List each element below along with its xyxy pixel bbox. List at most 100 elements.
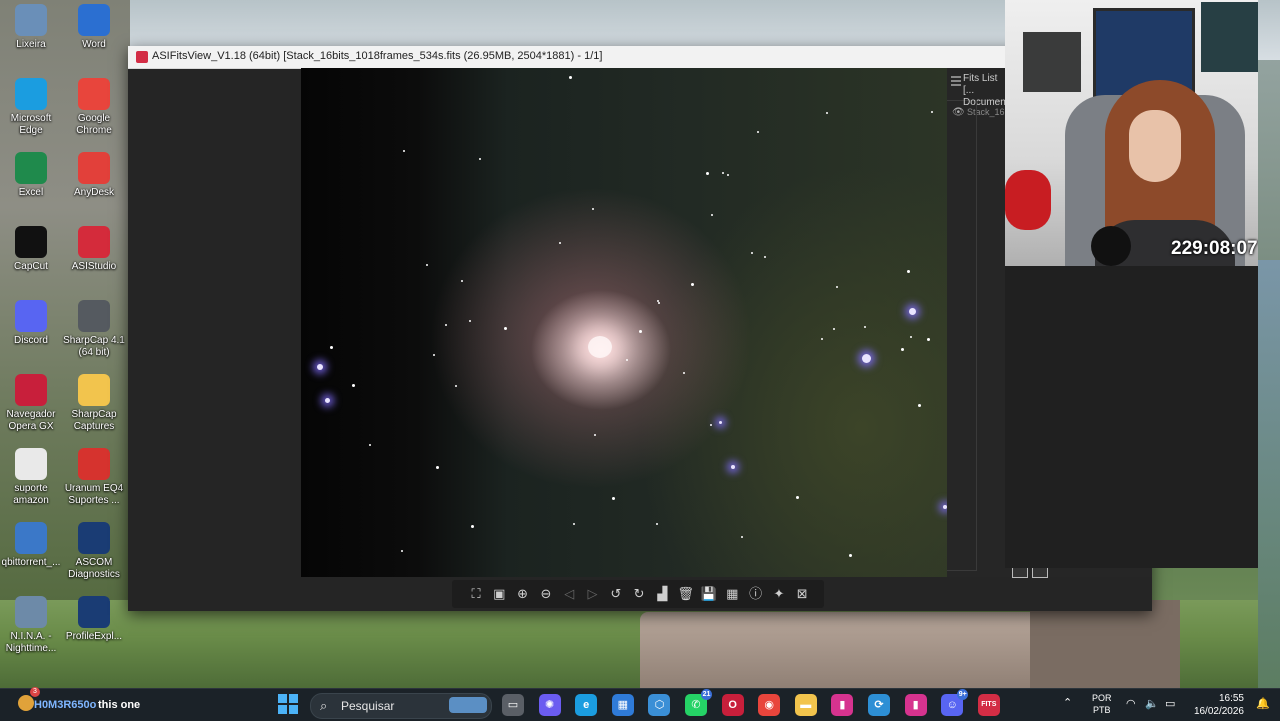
star [751,252,753,254]
edge-icon [15,78,47,110]
actual-size-icon[interactable]: ▣ [489,584,509,604]
taskbar-search[interactable]: ⌕ Pesquisar [310,693,492,719]
desktop-icon-discord[interactable]: Discord [0,300,62,347]
folder-taskbar-icon[interactable]: ▬ [794,694,817,716]
desktop-icon-chrome[interactable]: Google Chrome [63,78,125,137]
desktop-icon-anydesk[interactable]: AnyDesk [63,152,125,199]
debayer-icon[interactable]: ▦ [722,584,742,604]
volume-icon[interactable]: 🔈 [1145,697,1159,710]
nina-icon [15,596,47,628]
star [927,338,930,341]
star [711,214,713,216]
next-icon[interactable]: ▷ [583,584,603,604]
eye-icon[interactable]: 👁 [952,107,965,118]
image-toolbar: ⛶ ▣ ⊕ ⊖ ◁ ▷ ↺ ↻ ▟ 🗑 💾 ▦ ⓘ ✦ ⊠ [452,580,824,608]
star [918,404,921,407]
fits-viewer-window[interactable]: ASIFitsView_V1.18 (64bit) [Stack_16bits_… [128,46,1152,611]
star [864,326,866,328]
desktop-icon-sharpcap[interactable]: SharpCap 4.1 (64 bit) [63,300,125,359]
language-indicator[interactable]: POR PTB [1092,692,1112,716]
info-icon[interactable]: ⓘ [746,584,766,604]
menu-icon[interactable] [951,76,961,78]
battery-icon[interactable]: ▭ [1165,697,1175,710]
star [559,242,561,244]
desktop-icon-pdf[interactable]: Uranum EQ4 Suportes ... [63,448,125,507]
rotate-left-icon[interactable]: ↺ [606,584,626,604]
bright-star [909,308,916,315]
store-icon[interactable]: ▦ [611,694,634,716]
zoom-in-icon[interactable]: ⊕ [513,584,533,604]
desktop-icon-word[interactable]: Word [63,4,125,51]
chrome-taskbar-icon[interactable]: ◉ [758,694,781,716]
star [931,111,933,113]
desktop-icon-capcut[interactable]: CapCut [0,226,62,273]
desktop-icon-document[interactable]: suporte amazon [0,448,62,507]
desktop-icon-asistudio[interactable]: ASIStudio [63,226,125,273]
star [479,158,481,160]
crop-icon[interactable]: ⊠ [792,584,812,604]
webcam-red-object [1005,170,1051,230]
desktop-icon-installer[interactable]: qbittorrent_... [0,522,62,569]
fits-list-item[interactable]: 👁 Stack_16 [947,104,1005,120]
fits-image-canvas[interactable] [301,68,947,577]
webcam-microphone [1091,226,1131,266]
window-title-bar[interactable]: ASIFitsView_V1.18 (64bit) [Stack_16bits_… [128,46,1005,69]
search-highlight-icon [449,697,487,713]
fits-list-item-label: Stack_16 [967,107,1005,117]
star [330,346,333,349]
star [656,523,658,525]
copilot-icon[interactable]: ✺ [538,694,561,716]
windows-start-icon[interactable] [278,694,298,714]
pink-app2-icon[interactable]: ▮ [904,694,927,716]
desktop-icon-ascom[interactable]: ASCOM Diagnostics [63,522,125,581]
taskbar-clock[interactable]: 16:55 16/02/2026 [1188,692,1244,718]
delete-icon[interactable]: 🗑 [676,584,696,604]
star-detect-icon[interactable]: ✦ [769,584,789,604]
chat-avatar-icon[interactable] [18,695,34,711]
star [833,328,835,330]
fits-taskbar-icon[interactable]: FITS [977,694,1000,716]
ascom-icon [78,522,110,554]
histogram-icon[interactable]: ▟ [652,584,672,604]
language-code: POR [1092,693,1112,703]
wifi-icon[interactable]: ◠ [1126,697,1136,710]
rotate-right-icon[interactable]: ↻ [629,584,649,604]
app-badge: 21 [701,689,712,700]
desktop-icon-ascom-profile[interactable]: ProfileExpl... [63,596,125,643]
desktop-icon-nina[interactable]: N.I.N.A. - Nighttime... [0,596,62,655]
pink-app-icon[interactable]: ▮ [831,694,854,716]
chat-message: this one [98,699,141,711]
desktop-icon-label: Navegador Opera GX [6,409,56,432]
wallpaper-stone-floor [640,612,1060,690]
star [626,359,628,361]
star [403,150,405,152]
desktop-icon-recycle-bin[interactable]: Lixeira [0,4,62,51]
word-icon [78,4,110,36]
vscode-like-icon[interactable]: ⬡ [648,694,671,716]
previous-icon[interactable]: ◁ [559,584,579,604]
star [455,385,457,387]
whatsapp-icon[interactable]: ✆ 21 [685,689,712,716]
opera-gx-icon [15,374,47,406]
desktop-icon-excel[interactable]: Excel [0,152,62,199]
desktop-icon-folder[interactable]: SharpCap Captures [63,374,125,433]
sync-app-icon[interactable]: ⟳ [868,694,890,716]
fit-to-window-icon[interactable]: ⛶ [466,584,486,604]
desktop-icon-label: ProfileExpl... [65,631,123,642]
save-icon[interactable]: 💾 [699,584,719,604]
notification-bell-icon[interactable]: 🔔 [1256,697,1270,710]
desktop-icon-label: Word [82,39,106,50]
clock-date: 16/02/2026 [1193,706,1244,717]
desktop-icon-opera-gx[interactable]: Navegador Opera GX [0,374,62,433]
opera-icon[interactable]: O [721,694,744,716]
desktop-icon-label: SharpCap 4.1 (64 bit) [63,335,125,358]
discord-taskbar-icon[interactable]: ☺ 9+ [941,689,969,716]
star [352,384,355,387]
star [907,270,910,273]
chevron-up-icon[interactable]: ⌃ [1063,696,1072,709]
edge-taskbar-icon[interactable]: e [575,694,598,716]
webcam-shelf [1023,32,1081,92]
desktop-icon-edge[interactable]: Microsoft Edge [0,78,62,137]
file-manager-icon[interactable]: ▭ [502,694,524,716]
zoom-out-icon[interactable]: ⊖ [536,584,556,604]
